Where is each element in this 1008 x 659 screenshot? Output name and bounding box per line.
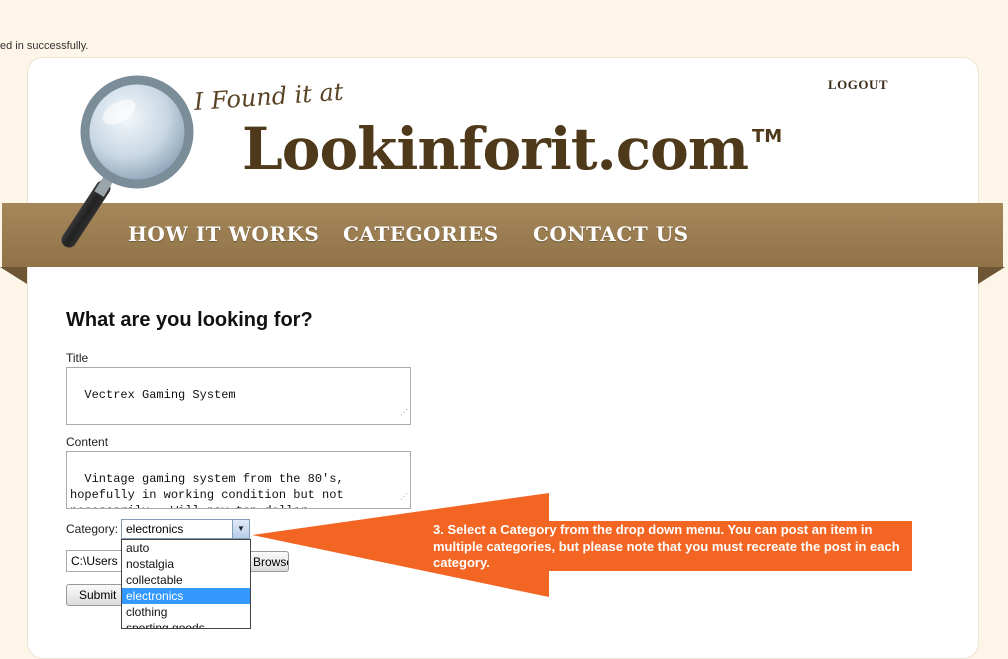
category-dropdown-list: auto nostalgia collectable electronics c… xyxy=(121,539,251,629)
logo-brand: Lookinforit.com xyxy=(242,115,749,183)
file-path-input[interactable]: C:\Users xyxy=(66,550,122,572)
nav-contact-us[interactable]: CONTACT US xyxy=(533,222,689,246)
category-option-nostalgia[interactable]: nostalgia xyxy=(122,556,250,572)
magnifying-glass-icon xyxy=(61,75,194,248)
category-label: Category: xyxy=(66,522,119,536)
category-option-clothing[interactable]: clothing xyxy=(122,604,250,620)
category-option-collectable[interactable]: collectable xyxy=(122,572,250,588)
category-option-sporting-goods[interactable]: sporting goods xyxy=(122,620,250,628)
login-success-message: ed in successfully. xyxy=(0,40,89,52)
category-option-auto[interactable]: auto xyxy=(122,540,250,556)
title-label: Title xyxy=(66,351,89,365)
title-textarea[interactable]: Vectrex Gaming System ⋰ xyxy=(66,367,411,425)
nav-categories[interactable]: CATEGORIES xyxy=(343,222,499,246)
category-option-electronics[interactable]: electronics xyxy=(122,588,250,604)
title-value: Vectrex Gaming System xyxy=(84,388,236,402)
page-title: What are you looking for? xyxy=(66,309,313,331)
resize-grip-icon[interactable]: ⋰ xyxy=(400,490,408,506)
content-value: Vintage gaming system from the 80's, hop… xyxy=(70,472,344,508)
trademark-mark: TM xyxy=(752,126,783,147)
content-textarea[interactable]: Vintage gaming system from the 80's, hop… xyxy=(66,451,411,509)
callout-instruction-text: 3. Select a Category from the drop down … xyxy=(433,522,900,570)
nav-fold-right xyxy=(978,267,1005,284)
content-label: Content xyxy=(66,435,109,449)
chevron-down-icon[interactable]: ▼ xyxy=(232,520,249,538)
nav-fold-left xyxy=(0,267,27,284)
category-selected-value: electronics xyxy=(126,522,184,536)
logout-link[interactable]: LOGOUT xyxy=(828,77,888,93)
resize-grip-icon[interactable]: ⋰ xyxy=(400,406,408,422)
category-select[interactable]: electronics ▼ xyxy=(121,519,250,539)
